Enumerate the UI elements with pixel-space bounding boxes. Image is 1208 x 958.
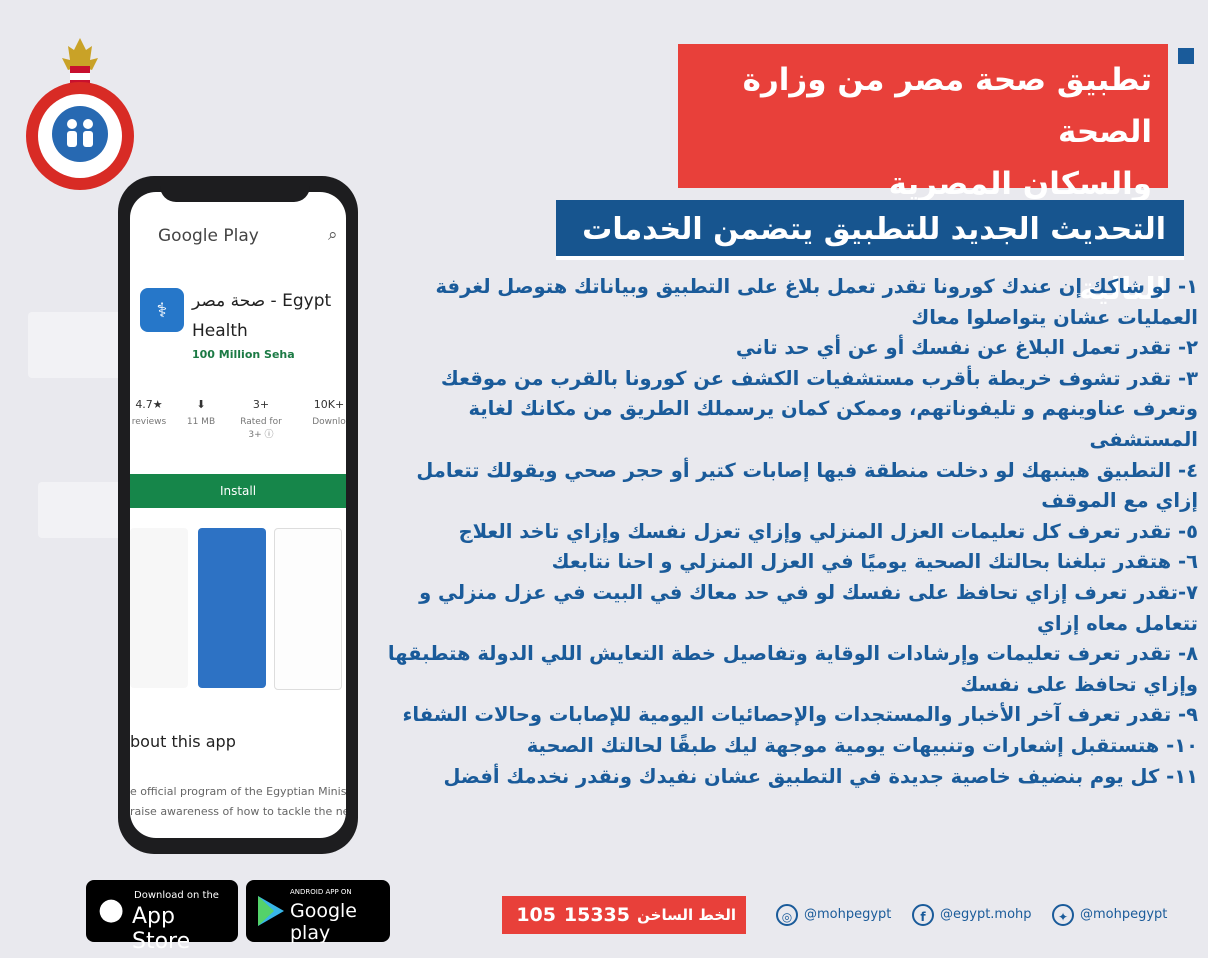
phone-screen: Google Play ⌕ ⚕ صحة مصر - Egypt Health 1…	[130, 192, 346, 838]
install-button[interactable]: Install	[130, 474, 346, 508]
instagram-handle[interactable]: ◎ @mohpegypt	[776, 900, 891, 930]
services-list: ١- لو شاكك إن عندك كورونا تقدر تعمل بلاغ…	[386, 272, 1198, 792]
hotline-box: الخط الساخن 15335 105	[502, 896, 746, 934]
list-item: ٧-تقدر تعرف إزاي تحافظ على نفسك لو في حد…	[419, 580, 1198, 635]
heading-bullet	[1178, 48, 1194, 64]
about-description: e official program of the Egyptian Minis…	[130, 785, 346, 818]
list-item: ١- لو شاكك إن عندك كورونا تقدر تعمل بلاغ…	[435, 275, 1198, 329]
phone-notch	[160, 180, 310, 202]
hotline-number: 105	[516, 904, 556, 926]
app-name: صحة مصر - Egypt Health	[192, 291, 332, 341]
facebook-handle[interactable]: f @egypt.mohp	[912, 900, 1032, 930]
list-item: ٣- تقدر تشوف خريطة بأقرب مستشفيات الكشف …	[440, 366, 1198, 451]
store-title: Google Play	[158, 226, 259, 246]
google-play-badge[interactable]: ANDROID APP ON Google play	[246, 880, 390, 944]
instagram-icon: ◎	[776, 903, 798, 926]
stat-rating: 4.7★ reviews	[131, 398, 167, 427]
app-icon[interactable]: ⚕	[140, 288, 184, 332]
list-item: ٢- تقدر تعمل البلاغ عن نفسك أو عن أي حد …	[735, 336, 1198, 360]
twitter-icon: ✦	[1052, 903, 1074, 926]
title-line-1: تطبيق صحة مصر من وزارة الصحة	[742, 62, 1152, 150]
app-stats: 4.7★ reviews ⬇ 11 MB 3+ Rated for 3+ ⓘ 10K+…	[130, 398, 346, 446]
screenshots-carousel[interactable]	[130, 524, 346, 694]
stat-downloads: 10K+ Downlo	[312, 398, 346, 427]
ministry-logo	[26, 38, 134, 190]
download-icon: ⬇	[196, 398, 206, 411]
stat-age-rating: 3+ Rated for 3+ ⓘ	[240, 398, 282, 440]
stat-size: ⬇ 11 MB	[186, 398, 216, 427]
play-icon	[258, 896, 284, 926]
screenshot-2[interactable]	[198, 528, 266, 688]
subtitle-bar: التحديث الجديد للتطبيق يتضمن الخدمات الت…	[556, 200, 1184, 307]
list-item: ٦- هتقدر تبلغنا بحالتك الصحية يوميًا في …	[551, 550, 1198, 574]
hotline-label: الخط الساخن	[637, 906, 736, 924]
about-heading[interactable]: bout this app	[130, 732, 236, 751]
list-item: ٩- تقدر تعرف آخر الأخبار والمستجدات والإ…	[402, 703, 1198, 727]
list-item: ١٠- هتستقبل إشعارات وتنبيهات يومية موجهة…	[526, 733, 1198, 757]
app-developer[interactable]: 100 Million Seha	[192, 348, 295, 361]
title-banner: تطبيق صحة مصر من وزارة الصحة والسكان الم…	[678, 44, 1168, 202]
twitter-handle[interactable]: ✦ @mohpegypt	[1052, 900, 1167, 930]
app-store-badge[interactable]: ● Download on the App Store	[86, 880, 238, 954]
screenshot-1[interactable]	[130, 528, 188, 688]
facebook-icon: f	[912, 903, 934, 926]
search-icon[interactable]: ⌕	[328, 225, 338, 245]
list-item: ٤- التطبيق هينبهك لو دخلت منطقة فيها إصا…	[416, 458, 1198, 513]
apple-icon: ●	[98, 892, 125, 927]
screenshot-3[interactable]	[274, 528, 342, 690]
hotline-number: 15335	[563, 904, 630, 926]
list-item: ٥- تقدر تعرف كل تعليمات العزل المنزلي وإ…	[458, 519, 1198, 543]
list-item: ٨- تقدر تعرف تعليمات وإرشادات الوقاية وت…	[387, 642, 1198, 696]
list-item: ١١- كل يوم بنضيف خاصية جديدة في التطبيق …	[443, 764, 1198, 788]
